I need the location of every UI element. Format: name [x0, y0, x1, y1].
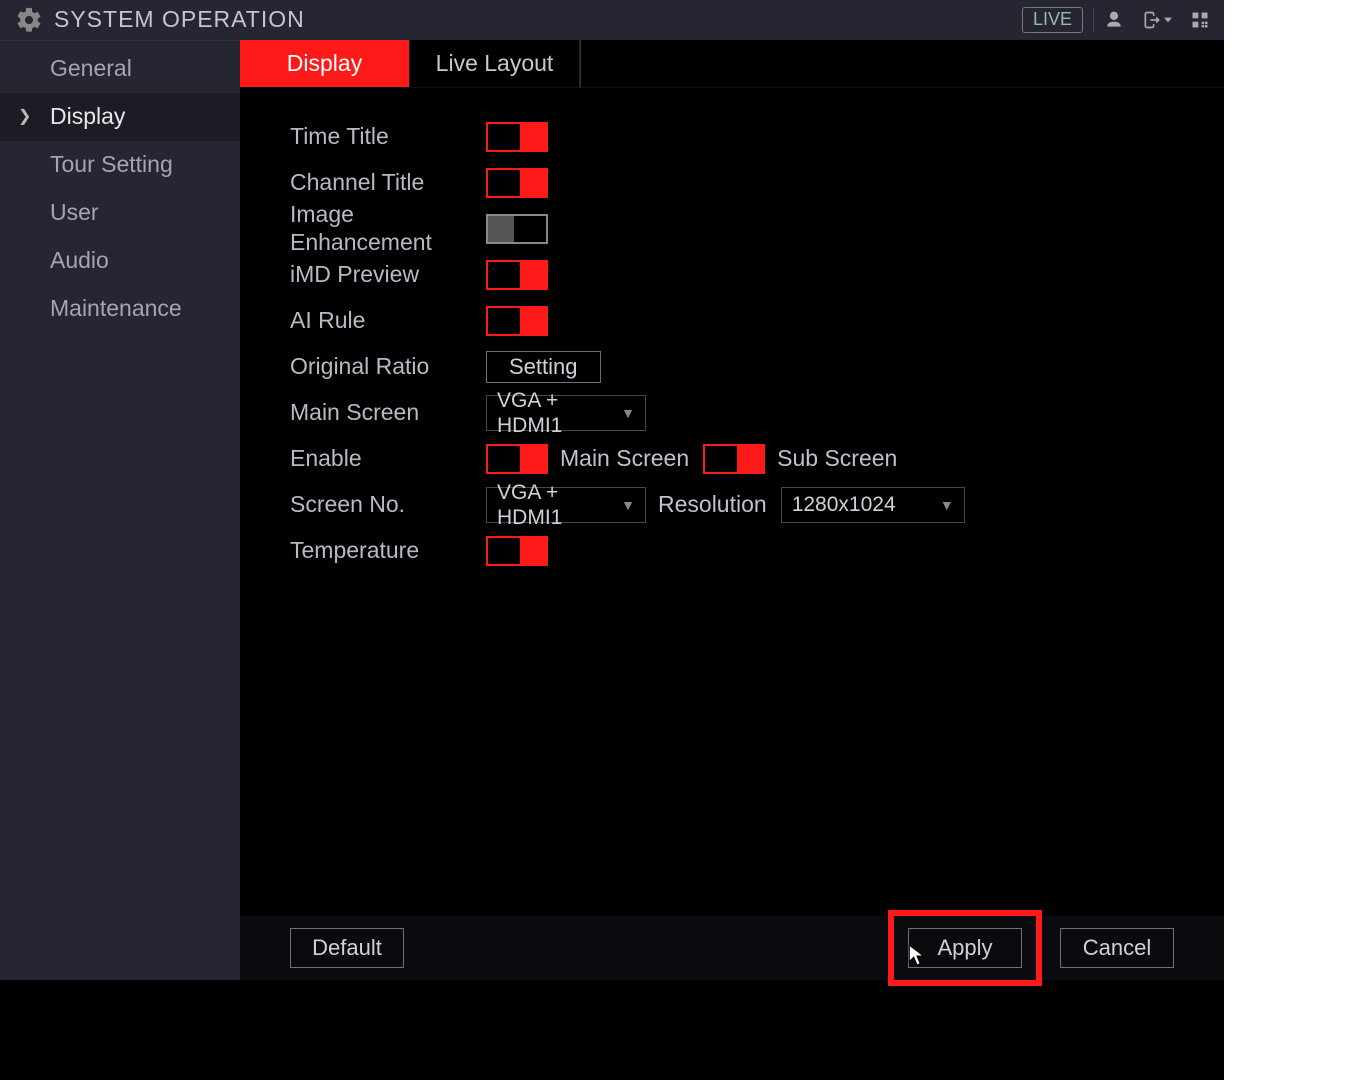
- resolution-label: Resolution: [658, 491, 767, 519]
- imd-preview-toggle[interactable]: [486, 260, 548, 290]
- sidebar: General ❯ Display Tour Setting User Audio…: [0, 40, 240, 980]
- main-screen-label: Main Screen: [290, 399, 486, 427]
- enable-main-label: Main Screen: [560, 445, 689, 473]
- chevron-down-icon: ▼: [940, 497, 954, 514]
- sidebar-item-label: Tour Setting: [50, 151, 173, 179]
- sidebar-item-audio[interactable]: Audio: [0, 237, 240, 285]
- footer-bar: Default Apply Cancel: [240, 916, 1224, 980]
- screen-no-select[interactable]: VGA + HDMI1 ▼: [486, 487, 646, 523]
- sidebar-item-label: User: [50, 199, 99, 227]
- main-screen-select[interactable]: VGA + HDMI1 ▼: [486, 395, 646, 431]
- screen-no-label: Screen No.: [290, 491, 486, 519]
- tab-live-layout[interactable]: Live Layout: [410, 40, 580, 87]
- original-ratio-label: Original Ratio: [290, 353, 486, 381]
- resolution-select[interactable]: 1280x1024 ▼: [781, 487, 965, 523]
- chevron-right-icon: ❯: [18, 107, 31, 126]
- image-enhancement-label: Image Enhancement: [290, 201, 486, 256]
- chevron-down-icon: ▼: [621, 497, 635, 514]
- tab-display[interactable]: Display: [240, 40, 410, 87]
- tab-separator: [580, 40, 581, 88]
- header-bar: SYSTEM OPERATION LIVE: [0, 0, 1224, 40]
- enable-main-toggle[interactable]: [486, 444, 548, 474]
- sidebar-item-label: General: [50, 55, 132, 83]
- right-blank-gutter: [1224, 0, 1349, 1080]
- temperature-label: Temperature: [290, 537, 486, 565]
- temperature-toggle[interactable]: [486, 536, 548, 566]
- sidebar-item-label: Audio: [50, 247, 109, 275]
- enable-label: Enable: [290, 445, 486, 473]
- sidebar-item-user[interactable]: User: [0, 189, 240, 237]
- cancel-button[interactable]: Cancel: [1060, 928, 1174, 968]
- apply-highlight-box: Apply: [888, 910, 1042, 986]
- header-title: SYSTEM OPERATION: [54, 6, 305, 34]
- display-form: Time Title Channel Title Image Enhanceme…: [240, 88, 1224, 584]
- enable-sub-toggle[interactable]: [703, 444, 765, 474]
- screen-no-value: VGA + HDMI1: [497, 480, 621, 530]
- logout-icon[interactable]: [1142, 10, 1172, 30]
- channel-title-toggle[interactable]: [486, 168, 548, 198]
- ai-rule-label: AI Rule: [290, 307, 486, 335]
- sidebar-item-tour-setting[interactable]: Tour Setting: [0, 141, 240, 189]
- sidebar-item-label: Display: [50, 103, 125, 131]
- sidebar-item-general[interactable]: General: [0, 45, 240, 93]
- image-enhancement-toggle[interactable]: [486, 214, 548, 244]
- sidebar-item-display[interactable]: ❯ Display: [0, 93, 240, 141]
- time-title-label: Time Title: [290, 123, 486, 151]
- resolution-value: 1280x1024: [792, 492, 896, 517]
- imd-preview-label: iMD Preview: [290, 261, 486, 289]
- sidebar-item-maintenance[interactable]: Maintenance: [0, 285, 240, 333]
- channel-title-label: Channel Title: [290, 169, 486, 197]
- default-button[interactable]: Default: [290, 928, 404, 968]
- ai-rule-toggle[interactable]: [486, 306, 548, 336]
- main-screen-value: VGA + HDMI1: [497, 388, 621, 438]
- apply-button[interactable]: Apply: [908, 928, 1022, 968]
- qr-icon[interactable]: [1190, 10, 1210, 30]
- user-icon[interactable]: [1104, 10, 1124, 30]
- tab-label: Live Layout: [436, 50, 554, 78]
- chevron-down-icon: ▼: [621, 405, 635, 422]
- enable-sub-label: Sub Screen: [777, 445, 897, 473]
- time-title-toggle[interactable]: [486, 122, 548, 152]
- tab-label: Display: [287, 50, 362, 78]
- sidebar-item-label: Maintenance: [50, 295, 182, 323]
- tab-bar: Display Live Layout: [240, 40, 1224, 88]
- original-ratio-setting-button[interactable]: Setting: [486, 351, 601, 383]
- gear-icon: [14, 5, 44, 35]
- live-button[interactable]: LIVE: [1022, 7, 1083, 33]
